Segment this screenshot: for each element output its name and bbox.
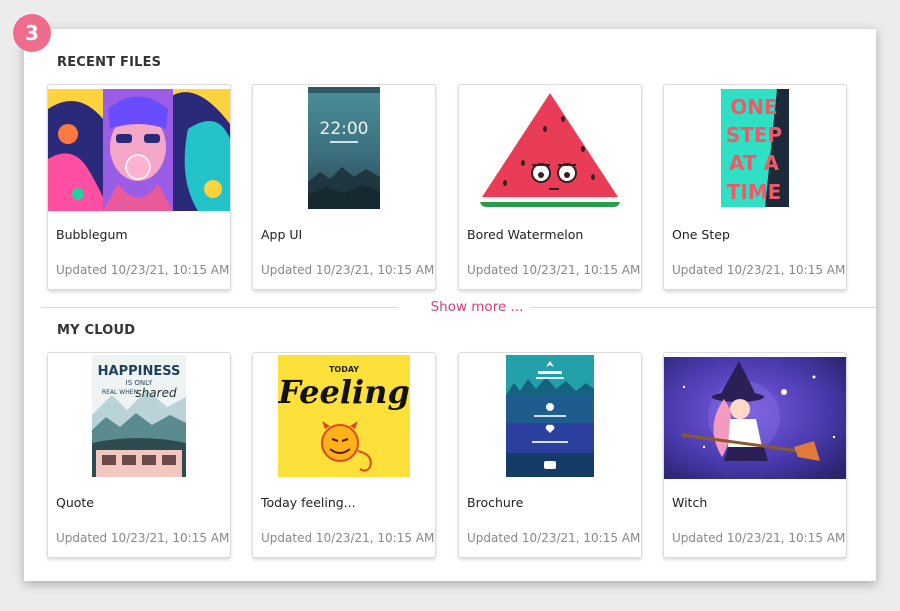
file-thumbnail: [664, 357, 846, 479]
file-card-app-ui[interactable]: 22:00 App UI Updated 10/23/21, 10:15 AM: [252, 84, 436, 290]
file-card-witch[interactable]: Witch Updated 10/23/21, 10:15 AM: [663, 352, 847, 558]
file-updated: Updated 10/23/21, 10:15 AM: [467, 531, 641, 545]
file-name: Bored Watermelon: [467, 227, 584, 242]
file-thumbnail: [459, 353, 641, 479]
file-updated: Updated 10/23/21, 10:15 AM: [56, 263, 230, 277]
file-thumbnail: HAPPINESS IS ONLY REAL WHEN shared: [48, 353, 230, 479]
thumb-line: REAL WHEN: [102, 389, 138, 396]
file-name: Today feeling...: [261, 495, 356, 510]
file-name: Quote: [56, 495, 95, 510]
file-updated: Updated 10/23/21, 10:15 AM: [672, 263, 846, 277]
file-name: One Step: [672, 227, 730, 242]
file-card-brochure[interactable]: Brochure Updated 10/23/21, 10:15 AM: [458, 352, 642, 558]
file-card-bubblegum[interactable]: Bubblegum Updated 10/23/21, 10:15 AM: [47, 84, 231, 290]
file-thumbnail: [48, 89, 230, 211]
section-divider-right: [530, 307, 876, 308]
file-name: App UI: [261, 227, 303, 242]
file-name: Witch: [672, 495, 708, 510]
my-cloud-heading: MY CLOUD: [57, 323, 136, 338]
file-updated: Updated 10/23/21, 10:15 AM: [467, 263, 641, 277]
thumb-line: Feeling: [278, 373, 410, 411]
file-thumbnail: ONE STEP AT A TIME: [664, 85, 846, 211]
file-name: Bubblegum: [56, 227, 128, 242]
file-thumbnail: 22:00: [253, 85, 435, 211]
files-panel: RECENT FILES Bubblegum Updated 10/23/21,…: [24, 29, 876, 581]
file-card-quote[interactable]: HAPPINESS IS ONLY REAL WHEN shared Quote…: [47, 352, 231, 558]
file-updated: Updated 10/23/21, 10:15 AM: [56, 531, 230, 545]
thumb-line: AT A: [729, 151, 780, 175]
section-divider-left: [41, 307, 398, 308]
step-badge: 3: [13, 14, 51, 52]
file-updated: Updated 10/23/21, 10:15 AM: [672, 531, 846, 545]
file-updated: Updated 10/23/21, 10:15 AM: [261, 531, 435, 545]
file-thumbnail: [459, 85, 641, 211]
thumb-line: TIME: [727, 180, 782, 204]
thumb-line: shared: [135, 386, 177, 400]
thumb-line: HAPPINESS: [98, 364, 181, 379]
file-card-today-feeling[interactable]: TODAY Feeling Today feeling... Updated 1…: [252, 352, 436, 558]
file-thumbnail: TODAY Feeling: [253, 353, 435, 479]
show-more-link[interactable]: Show more ...: [422, 299, 532, 315]
file-card-one-step[interactable]: ONE STEP AT A TIME One Step Updated 10/2…: [663, 84, 847, 290]
thumb-line: STEP: [726, 123, 782, 147]
file-card-bored-watermelon[interactable]: Bored Watermelon Updated 10/23/21, 10:15…: [458, 84, 642, 290]
clock-text: 22:00: [320, 119, 369, 139]
recent-files-heading: RECENT FILES: [57, 55, 162, 70]
file-name: Brochure: [467, 495, 524, 510]
thumb-line: ONE: [730, 95, 777, 119]
file-updated: Updated 10/23/21, 10:15 AM: [261, 263, 435, 277]
